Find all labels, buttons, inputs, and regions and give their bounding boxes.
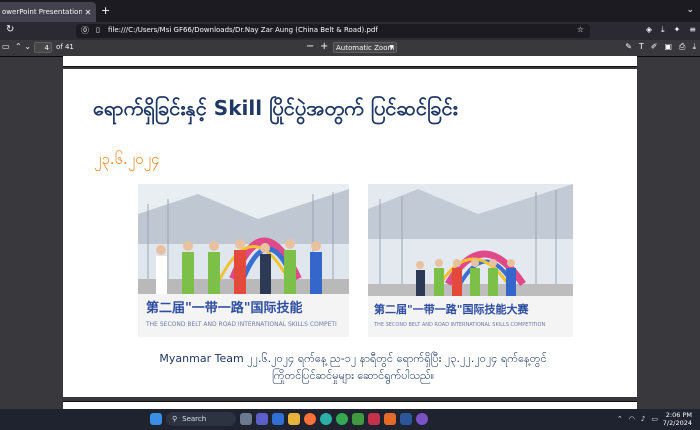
- slide-date: ၂၃.၆.၂၀၂၄: [94, 150, 160, 168]
- page-info-icon[interactable]: ⓪: [81, 25, 89, 36]
- outlook-icon[interactable]: [272, 413, 284, 425]
- photo1-banner-en: THE SECOND BELT AND ROAD INTERNATIONAL S…: [145, 321, 337, 328]
- tab-title: owerPoint Presentation – Dr.Nay: [2, 8, 82, 16]
- photo1-banner-text: 第二届"一带一路"国际技能: [146, 300, 303, 316]
- draw-icon[interactable]: ✐: [651, 42, 658, 52]
- photo2-banner-text: 第二届"一带一路"国际技能大赛: [374, 302, 529, 316]
- volume-icon[interactable]: ♪: [641, 415, 645, 423]
- highlight-icon[interactable]: ✎: [625, 42, 632, 52]
- word-icon[interactable]: [400, 413, 412, 425]
- zoom-value: Automatic Zoom: [336, 44, 395, 52]
- extensions-icon[interactable]: ✦: [674, 25, 681, 35]
- tab-strip: owerPoint Presentation – Dr.Nay ✕ + ⌄: [0, 0, 700, 22]
- clock-time: 2:06 PM: [665, 411, 692, 419]
- firefox-icon[interactable]: [304, 413, 316, 425]
- page-count: of 41: [56, 43, 74, 51]
- previous-page-edge: [63, 56, 637, 67]
- whatsapp-icon[interactable]: [352, 413, 364, 425]
- save-icon[interactable]: ⤓: [692, 42, 696, 52]
- document-icon: ▯: [96, 26, 100, 34]
- app-icon[interactable]: [384, 413, 396, 425]
- caption-line-1: Myanmar Team ၂၂.၆.၂၀၂၄ ရက်နေ့ ည-၁၂ နာရီတ…: [159, 352, 547, 365]
- pdf-page: ရောက်ရှိခြင်းနှင့် Skill ပြိုင်ပွဲအတွက် …: [63, 69, 637, 397]
- zoom-out-icon[interactable]: −: [306, 41, 314, 52]
- windows-taskbar: ⚲ Search ⌃ ◠ ♪ ▭ 2:06 PM 7/2/2024: [0, 409, 700, 430]
- downloads-icon[interactable]: ⤓: [661, 25, 665, 35]
- teams-icon[interactable]: [256, 413, 268, 425]
- zoom-select[interactable]: Automatic Zoom ▼: [333, 42, 397, 53]
- taskbar-search[interactable]: ⚲ Search: [166, 412, 236, 426]
- print-icon[interactable]: ⎙: [679, 42, 685, 52]
- team-photo-2: 第二届"一带一路"国际技能大赛 THE SECOND BELT AND ROAD…: [368, 184, 573, 337]
- navigation-bar: ↻ ⓪ ▯ file:///C:/Users/Msi GF66/Download…: [0, 22, 700, 40]
- reload-icon[interactable]: ↻: [6, 24, 14, 35]
- tray-chevron-icon[interactable]: ⌃: [617, 415, 623, 423]
- close-tab-icon[interactable]: ✕: [82, 8, 94, 17]
- edge-icon[interactable]: [320, 413, 332, 425]
- sidebar-toggle-icon[interactable]: ▭: [2, 42, 10, 51]
- url-text[interactable]: file:///C:/Users/Msi GF66/Downloads/Dr.N…: [108, 26, 378, 34]
- image-icon[interactable]: ▣: [664, 42, 672, 52]
- powerpoint-icon[interactable]: [368, 413, 380, 425]
- new-tab-button[interactable]: +: [101, 4, 110, 17]
- page-number-input[interactable]: 4: [34, 42, 52, 53]
- search-icon: ⚲: [172, 415, 178, 423]
- start-icon[interactable]: [150, 413, 162, 425]
- battery-icon[interactable]: ▭: [651, 415, 658, 423]
- wifi-icon[interactable]: ◠: [629, 415, 635, 423]
- pdf-toolbar: ▭ ⌃ ⌄ 4 of 41 − + Automatic Zoom ▼ ✎ T ✐…: [0, 40, 700, 57]
- zoom-in-icon[interactable]: +: [320, 41, 328, 52]
- slide-caption: Myanmar Team ၂၂.၆.၂၀၂၄ ရက်နေ့ ည-၁၂ နာရီတ…: [153, 350, 553, 384]
- system-tray: ⌃ ◠ ♪ ▭: [617, 415, 658, 423]
- url-bar[interactable]: ⓪ ▯ file:///C:/Users/Msi GF66/Downloads/…: [76, 24, 590, 38]
- slide-title: ရောက်ရှိခြင်းနှင့် Skill ပြိုင်ပွဲအတွက် …: [93, 96, 458, 120]
- bookmark-star-icon[interactable]: ☆: [577, 25, 584, 34]
- previous-page-icon[interactable]: ⌃ ⌄: [15, 42, 31, 51]
- taskbar-clock[interactable]: 2:06 PM 7/2/2024: [663, 411, 692, 427]
- search-label: Search: [182, 415, 207, 423]
- team-photo-1: 第二届"一带一路"国际技能 THE SECOND BELT AND ROAD I…: [138, 184, 349, 337]
- photo2-banner-en: THE SECOND BELT AND ROAD INTERNATIONAL S…: [373, 322, 545, 328]
- task-view-icon[interactable]: [240, 413, 252, 425]
- clock-date: 7/2/2024: [662, 419, 692, 427]
- menu-icon[interactable]: ≡: [689, 25, 696, 35]
- chevron-down-icon: ▼: [389, 44, 394, 51]
- pocket-icon[interactable]: ◈: [646, 25, 652, 35]
- active-tab[interactable]: owerPoint Presentation – Dr.Nay ✕: [0, 2, 96, 22]
- text-icon[interactable]: T: [639, 42, 644, 52]
- caption-line-2: ကြိုတင်ပြင်ဆင်မှုများ ဆောင်ရွက်ပါသည်။: [271, 369, 435, 382]
- list-all-tabs-icon[interactable]: ⌄: [686, 5, 694, 15]
- messenger-icon[interactable]: [416, 413, 428, 425]
- chrome-icon[interactable]: [336, 413, 348, 425]
- file-explorer-icon[interactable]: [288, 413, 300, 425]
